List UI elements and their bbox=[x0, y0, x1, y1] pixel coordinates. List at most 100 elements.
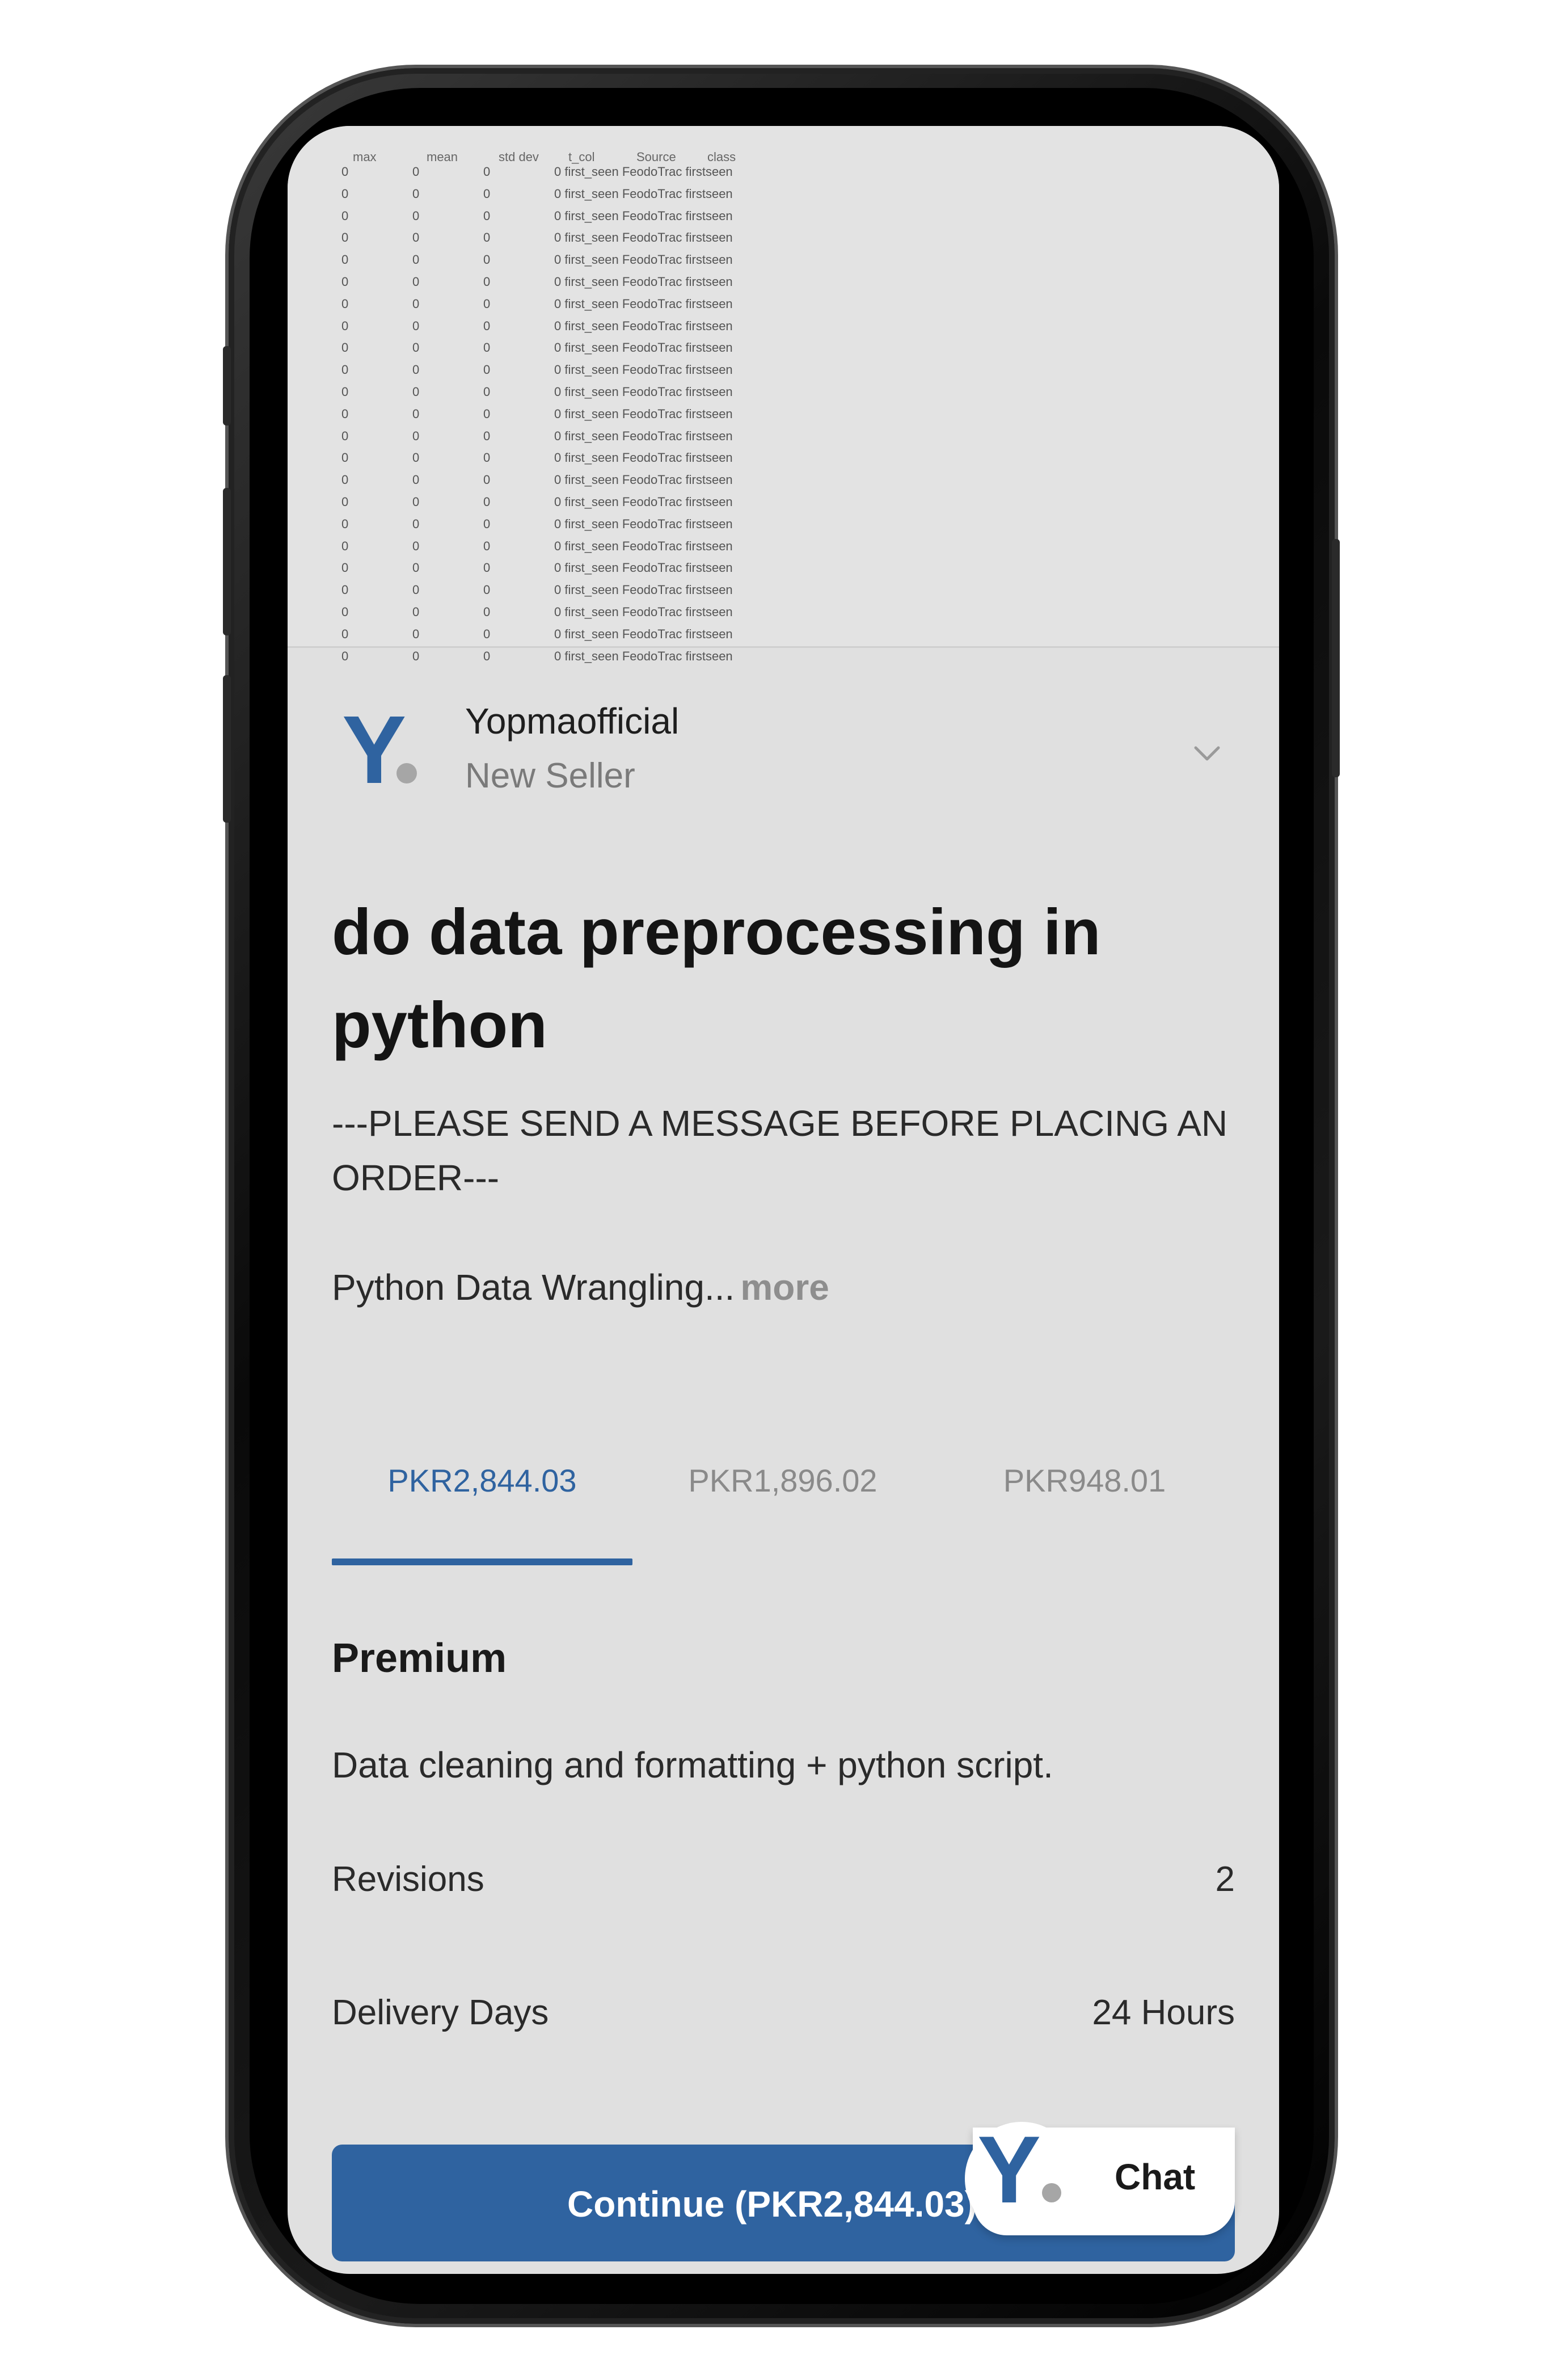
sheet-cell: 0 first_seen FeodoTrac firstseen bbox=[554, 340, 733, 355]
sheet-row: 0 0 0 0 first_seen FeodoTrac firstseen bbox=[288, 270, 1279, 292]
gig-title: do data preprocessing in python bbox=[332, 896, 1101, 1061]
phone-mute-switch bbox=[223, 346, 231, 426]
gig-notice: ---PLEASE SEND A MESSAGE BEFORE PLACING … bbox=[332, 1103, 1228, 1198]
more-link[interactable]: more bbox=[740, 1267, 829, 1308]
sheet-cell: 0 bbox=[341, 230, 349, 245]
sheet-cell: 0 bbox=[412, 208, 420, 223]
phone-power-button bbox=[1332, 539, 1340, 777]
sheet-cell: 0 bbox=[412, 340, 420, 355]
sheet-cell: 0 bbox=[412, 516, 420, 531]
sheet-row: 0 0 0 0 first_seen FeodoTrac firstseen bbox=[288, 490, 1279, 512]
sheet-cell: 0 bbox=[341, 538, 349, 553]
tab-standard[interactable]: PKR1,896.02 bbox=[632, 1462, 933, 1499]
sheet-cell: 0 bbox=[341, 384, 349, 399]
sheet-cell: 0 first_seen FeodoTrac firstseen bbox=[554, 186, 733, 201]
sheet-cell: 0 bbox=[483, 274, 491, 289]
seller-level: New Seller bbox=[465, 756, 635, 795]
sheet-cell: 0 bbox=[412, 604, 420, 619]
gig-description: Python Data Wrangling... more bbox=[332, 1266, 829, 1308]
sheet-cell: 0 bbox=[483, 252, 491, 267]
sheet-cell: 0 bbox=[412, 274, 420, 289]
sheet-cell: 0 first_seen FeodoTrac firstseen bbox=[554, 363, 733, 377]
chat-button[interactable]: Y Chat bbox=[965, 2122, 1235, 2235]
sheet-cell: 0 first_seen FeodoTrac firstseen bbox=[554, 604, 733, 619]
sheet-rows: 0 0 0 0 first_seen FeodoTrac firstseen 0 0 0 0 … bbox=[288, 160, 1279, 666]
sheet-cell: 0 bbox=[483, 561, 491, 575]
seller-header[interactable]: Y Yopmaofficial New Seller bbox=[288, 688, 1279, 812]
sheet-row: 0 0 0 0 first_seen FeodoTrac firstseen bbox=[288, 468, 1279, 490]
sheet-cell: 0 bbox=[483, 384, 491, 399]
sheet-cell: 0 bbox=[483, 516, 491, 531]
sheet-cell: 0 bbox=[412, 538, 420, 553]
sheet-row: 0 0 0 0 first_seen FeodoTrac firstseen bbox=[288, 512, 1279, 534]
sheet-cell: 0 first_seen FeodoTrac firstseen bbox=[554, 230, 733, 245]
sheet-row: 0 0 0 0 first_seen FeodoTrac firstseen bbox=[288, 645, 1279, 667]
sheet-cell: 0 first_seen FeodoTrac firstseen bbox=[554, 274, 733, 289]
sheet-cell: 0 bbox=[412, 230, 420, 245]
sheet-cell: 0 bbox=[341, 473, 349, 487]
sheet-cell: 0 bbox=[412, 186, 420, 201]
sheet-cell: 0 bbox=[412, 648, 420, 663]
sheet-cell: 0 bbox=[341, 516, 349, 531]
sheet-row: 0 0 0 0 first_seen FeodoTrac firstseen bbox=[288, 622, 1279, 645]
sheet-cell: 0 first_seen FeodoTrac firstseen bbox=[554, 318, 733, 333]
sheet-cell: 0 bbox=[412, 626, 420, 641]
sheet-cell: 0 bbox=[483, 208, 491, 223]
sheet-cell: 0 first_seen FeodoTrac firstseen bbox=[554, 538, 733, 553]
seller-avatar-dot bbox=[396, 763, 417, 783]
sheet-cell: 0 bbox=[412, 363, 420, 377]
sheet-cell: 0 bbox=[341, 561, 349, 575]
sheet-row: 0 0 0 0 first_seen FeodoTrac firstseen bbox=[288, 226, 1279, 248]
sheet-cell: 0 bbox=[341, 296, 349, 311]
package-tabs: PKR2,844.03 PKR1,896.02 PKR948.01 bbox=[332, 1462, 1235, 1576]
sheet-cell: 0 bbox=[412, 561, 420, 575]
sheet-cell: 0 first_seen FeodoTrac firstseen bbox=[554, 406, 733, 421]
sheet-cell: 0 first_seen FeodoTrac firstseen bbox=[554, 648, 733, 663]
sheet-cell: 0 first_seen FeodoTrac firstseen bbox=[554, 252, 733, 267]
sheet-cell: 0 bbox=[483, 428, 491, 443]
sheet-cell: 0 bbox=[483, 648, 491, 663]
sheet-cell: 0 bbox=[341, 648, 349, 663]
sheet-cell: 0 bbox=[483, 626, 491, 641]
seller-name[interactable]: Yopmaofficial bbox=[465, 700, 679, 742]
chat-logo-badge: Y bbox=[965, 2122, 1078, 2235]
chat-label: Chat bbox=[1115, 2156, 1196, 2197]
delivery-days-value: 24 Hours bbox=[1092, 1993, 1235, 2032]
sheet-cell: 0 bbox=[412, 473, 420, 487]
sheet-cell: 0 bbox=[483, 296, 491, 311]
sheet-cell: 0 bbox=[483, 538, 491, 553]
sheet-cell: 0 bbox=[341, 604, 349, 619]
sheet-cell: 0 bbox=[341, 428, 349, 443]
sheet-row: 0 0 0 0 first_seen FeodoTrac firstseen bbox=[288, 358, 1279, 380]
phone-volume-down-button bbox=[223, 675, 231, 823]
sheet-cell: 0 first_seen FeodoTrac firstseen bbox=[554, 208, 733, 223]
sheet-cell: 0 first_seen FeodoTrac firstseen bbox=[554, 296, 733, 311]
chat-logo-icon: Y bbox=[977, 2116, 1041, 2223]
sheet-row: 0 0 0 0 first_seen FeodoTrac firstseen bbox=[288, 446, 1279, 468]
sheet-cell: 0 bbox=[412, 165, 420, 179]
sheet-cell: 0 bbox=[341, 208, 349, 223]
sheet-row: 0 0 0 0 first_seen FeodoTrac firstseen bbox=[288, 336, 1279, 358]
sheet-row: 0 0 0 0 first_seen FeodoTrac firstseen bbox=[288, 380, 1279, 402]
sheet-cell: 0 bbox=[483, 165, 491, 179]
gig-description-text: Python Data Wrangling... bbox=[332, 1267, 735, 1308]
sheet-row: 0 0 0 0 first_seen FeodoTrac firstseen bbox=[288, 160, 1279, 182]
sheet-cell: 0 bbox=[341, 494, 349, 509]
sheet-cell: 0 bbox=[341, 363, 349, 377]
sheet-cell: 0 first_seen FeodoTrac firstseen bbox=[554, 473, 733, 487]
chevron-down-icon[interactable] bbox=[1192, 739, 1222, 768]
phone-volume-up-button bbox=[223, 488, 231, 635]
sheet-cell: 0 bbox=[412, 583, 420, 597]
tab-basic[interactable]: PKR948.01 bbox=[934, 1462, 1235, 1499]
sheet-cell: 0 bbox=[412, 406, 420, 421]
sheet-cell: 0 bbox=[341, 340, 349, 355]
tab-premium[interactable]: PKR2,844.03 bbox=[332, 1462, 632, 1499]
sheet-cell: 0 bbox=[341, 252, 349, 267]
sheet-cell: 0 bbox=[483, 494, 491, 509]
gig-preview-image[interactable]: max mean std dev t_col Source class 0000… bbox=[288, 126, 1279, 663]
sheet-row: 0 0 0 0 first_seen FeodoTrac firstseen bbox=[288, 314, 1279, 336]
sheet-row: 0 0 0 0 first_seen FeodoTrac firstseen bbox=[288, 600, 1279, 622]
sheet-cell: 0 first_seen FeodoTrac firstseen bbox=[554, 583, 733, 597]
sheet-cell: 0 bbox=[412, 494, 420, 509]
sheet-row: 0 0 0 0 first_seen FeodoTrac firstseen bbox=[288, 556, 1279, 578]
